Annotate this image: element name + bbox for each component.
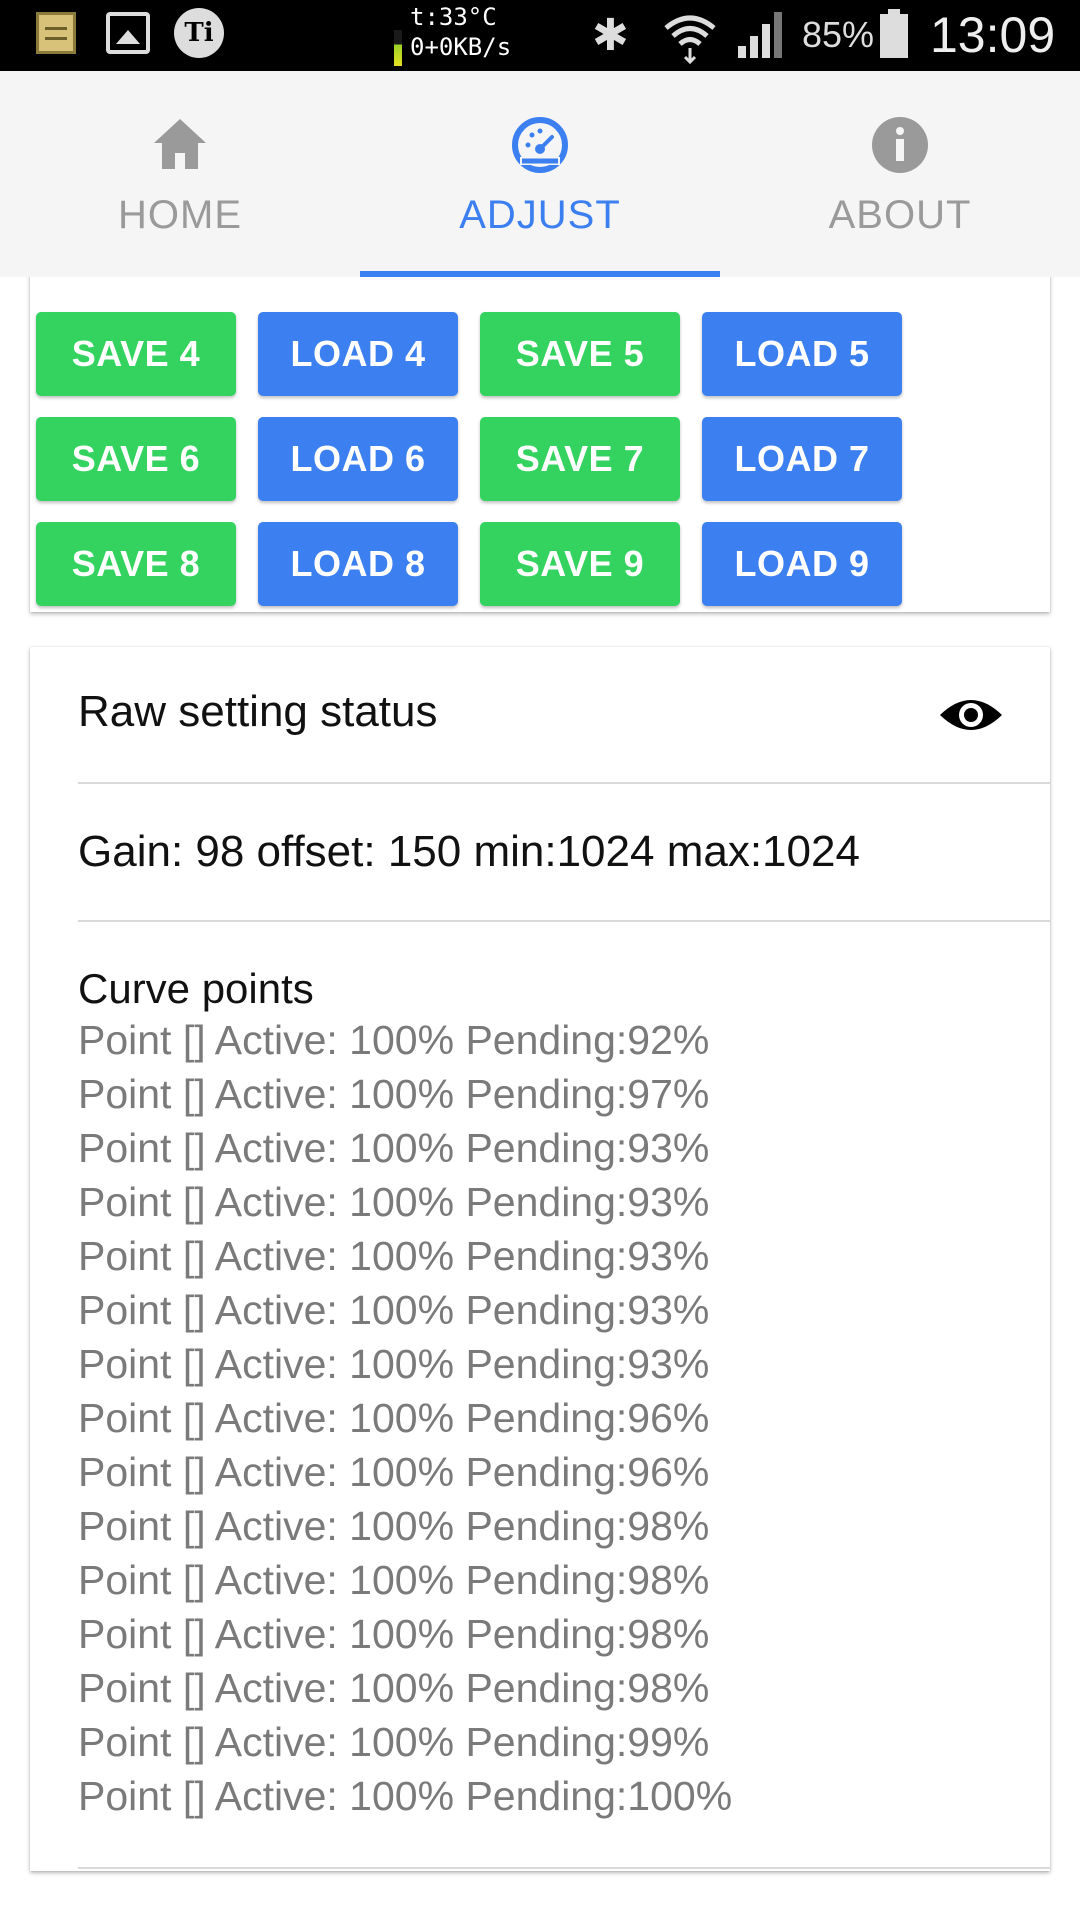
bluetooth-icon: ✱ (592, 10, 629, 61)
speedometer-icon (512, 117, 568, 173)
save-9-button[interactable]: SAVE 9 (480, 522, 680, 606)
curve-points-list: Point [] Active: 100% Pending:92% Point … (78, 1013, 732, 1823)
home-icon (154, 119, 206, 169)
tab-home[interactable]: HOME (0, 71, 360, 277)
list-item: Point [] Active: 100% Pending:96% (78, 1395, 710, 1441)
list-item: Point [] Active: 100% Pending:98% (78, 1665, 710, 1711)
curve-points-heading: Curve points (78, 965, 314, 1012)
raw-status-card: Raw setting status Gain: 98 offset: 150 … (30, 647, 1050, 1871)
info-icon (872, 117, 928, 173)
status-temp: t:33°C (410, 3, 497, 31)
divider (78, 920, 1050, 922)
active-tab-indicator (360, 271, 720, 277)
status-net: 0+0KB/s (410, 33, 512, 61)
load-8-button[interactable]: LOAD 8 (258, 522, 458, 606)
list-item: Point [] Active: 100% Pending:93% (78, 1233, 710, 1279)
save-7-button[interactable]: SAVE 7 (480, 417, 680, 501)
notes-icon (36, 12, 76, 54)
tab-adjust[interactable]: ADJUST (360, 71, 720, 277)
tab-home-label: HOME (118, 193, 242, 237)
tab-about-label: ABOUT (828, 193, 972, 237)
save-5-button[interactable]: SAVE 5 (480, 312, 680, 396)
save-8-button[interactable]: SAVE 8 (36, 522, 236, 606)
list-item: Point [] Active: 100% Pending:98% (78, 1611, 710, 1657)
status-bar: Ti t:33°C 0+0KB/s ✱ 85% 13:09 (0, 0, 1080, 71)
wifi-icon (664, 15, 716, 64)
load-7-button[interactable]: LOAD 7 (702, 417, 902, 501)
load-5-button[interactable]: LOAD 5 (702, 312, 902, 396)
list-item: Point [] Active: 100% Pending:93% (78, 1341, 710, 1387)
list-item: Point [] Active: 100% Pending:96% (78, 1449, 710, 1495)
eye-icon[interactable] (938, 693, 1004, 737)
load-9-button[interactable]: LOAD 9 (702, 522, 902, 606)
divider (78, 1867, 1050, 1869)
divider (78, 782, 1050, 784)
signal-icon (738, 12, 782, 58)
gain-readout: Gain: 98 offset: 150 min:1024 max:1024 (78, 827, 860, 876)
load-6-button[interactable]: LOAD 6 (258, 417, 458, 501)
tab-adjust-label: ADJUST (459, 193, 621, 237)
data-meter-icon (394, 30, 402, 66)
list-item: Point [] Active: 100% Pending:98% (78, 1503, 710, 1549)
list-item: Point [] Active: 100% Pending:100% (78, 1773, 733, 1819)
ti-app-icon: Ti (174, 8, 224, 58)
list-item: Point [] Active: 100% Pending:93% (78, 1179, 710, 1225)
save-6-button[interactable]: SAVE 6 (36, 417, 236, 501)
raw-status-title: Raw setting status (78, 687, 438, 736)
list-item: Point [] Active: 100% Pending:98% (78, 1557, 710, 1603)
list-item: Point [] Active: 100% Pending:92% (78, 1017, 710, 1063)
load-4-button[interactable]: LOAD 4 (258, 312, 458, 396)
list-item: Point [] Active: 100% Pending:93% (78, 1287, 710, 1333)
list-item: Point [] Active: 100% Pending:97% (78, 1071, 710, 1117)
status-temp-net: t:33°C 0+0KB/s (410, 2, 511, 62)
tab-about[interactable]: ABOUT (720, 71, 1080, 277)
top-tab-bar: HOME ADJUST ABOUT (0, 71, 1080, 277)
battery-percent: 85% (802, 14, 875, 55)
gallery-icon (106, 12, 150, 54)
list-item: Point [] Active: 100% Pending:93% (78, 1125, 710, 1171)
list-item: Point [] Active: 100% Pending:99% (78, 1719, 710, 1765)
save-4-button[interactable]: SAVE 4 (36, 312, 236, 396)
clock: 13:09 (930, 7, 1056, 63)
battery-icon (880, 9, 908, 58)
